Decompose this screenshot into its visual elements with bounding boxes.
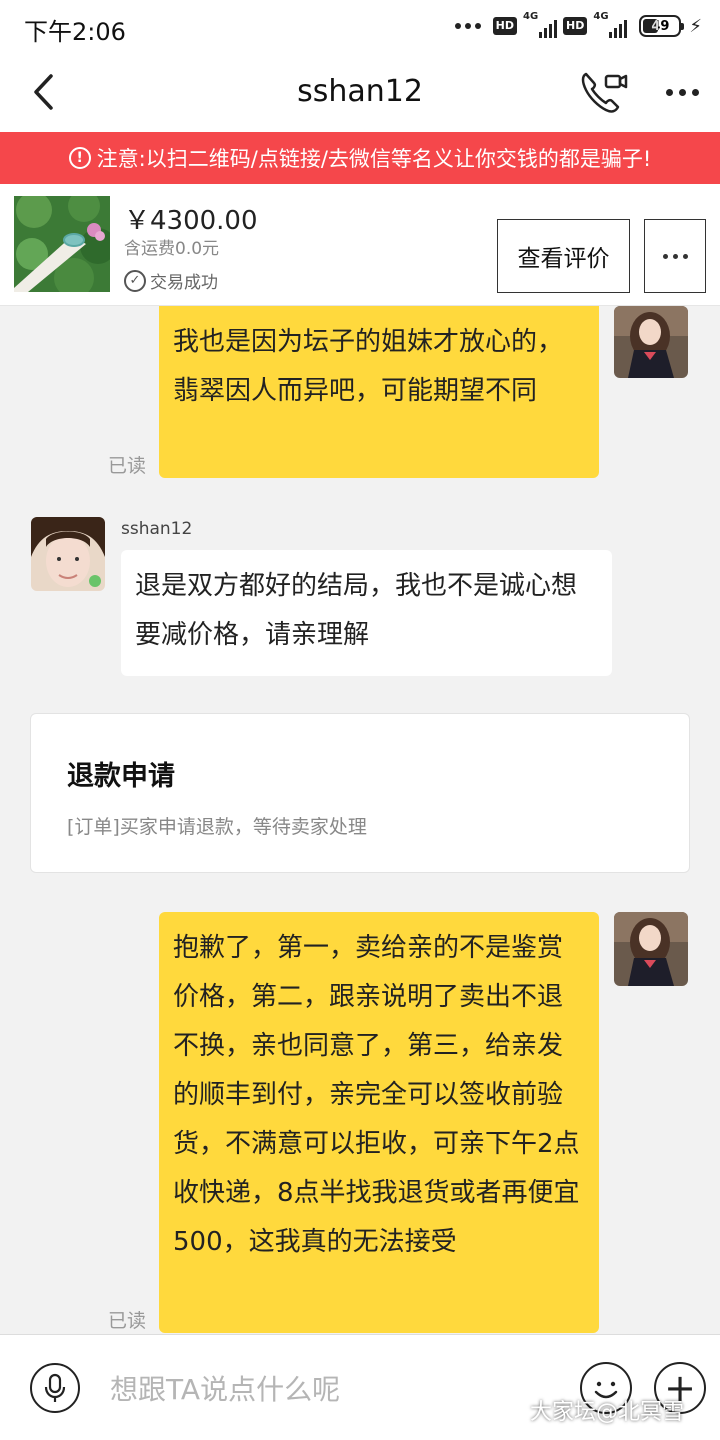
- more-dot: [662, 253, 668, 259]
- product-card[interactable]: ￥4300.00 含运费0.0元 ✓ 交易成功 查看评价: [0, 184, 720, 306]
- message-text: 抱歉了，第一，卖给亲的不是鉴赏价格，第二，跟亲说明了卖出不退不换，亲也同意了，第…: [173, 933, 580, 1257]
- more-dot: [672, 253, 678, 259]
- hd-badge: HD: [563, 17, 588, 35]
- status-time: 下午2:06: [24, 18, 126, 46]
- product-thumbnail[interactable]: [14, 196, 110, 292]
- charging-icon: ⚡: [689, 15, 702, 37]
- network-type: 4G: [593, 11, 609, 22]
- fraud-warning-banner: ! 注意:以扫二维码/点链接/去微信等名义让你交钱的都是骗子!: [0, 132, 720, 184]
- chat-header: sshan12: [0, 52, 720, 132]
- status-icons: HD 4G HD 4G 49 ⚡: [454, 11, 702, 40]
- signal-icon: 4G: [523, 11, 558, 38]
- my-message-bubble[interactable]: 抱歉了，第一，卖给亲的不是鉴赏价格，第二，跟亲说明了卖出不退不换，亲也同意了，第…: [159, 912, 599, 1333]
- sender-avatar[interactable]: [31, 517, 105, 591]
- trade-status: ✓ 交易成功: [124, 268, 218, 293]
- battery-percent: 49: [651, 18, 670, 34]
- more-dot: [682, 253, 688, 259]
- voice-button[interactable]: [30, 1363, 80, 1413]
- my-avatar[interactable]: [614, 912, 688, 986]
- watermark: 大家坛@北冥雪: [530, 1400, 685, 1425]
- more-dot: [665, 88, 673, 96]
- video-call-icon: [581, 72, 628, 113]
- more-dot: [678, 88, 686, 96]
- their-message-bubble[interactable]: 退是双方都好的结局，我也不是诚心想要减价格，请亲理解: [121, 550, 612, 676]
- refund-description: [订单]买家申请退款，等待卖家处理: [67, 816, 367, 838]
- shipping-fee: 含运费0.0元: [124, 239, 220, 259]
- network-type: 4G: [523, 11, 539, 22]
- hd-badge: HD: [492, 17, 518, 35]
- refund-title: 退款申请: [67, 761, 175, 792]
- notification-dots-icon: [454, 23, 481, 29]
- my-avatar[interactable]: [614, 306, 688, 378]
- product-more-button[interactable]: [644, 219, 706, 293]
- status-bar: 下午2:06 HD 4G HD 4G 49 ⚡: [0, 0, 720, 52]
- warning-icon: !: [68, 147, 91, 169]
- message-input[interactable]: [110, 1365, 550, 1413]
- trade-status-text: 交易成功: [150, 273, 218, 293]
- my-message-bubble[interactable]: 我也是因为坛子的姐妹才放心的，翡翠因人而异吧，可能期望不同: [159, 306, 599, 478]
- microphone-icon: [44, 1373, 66, 1402]
- message-text: 退是双方都好的结局，我也不是诚心想要减价格，请亲理解: [135, 571, 578, 650]
- view-review-button[interactable]: 查看评价: [497, 219, 630, 293]
- battery-icon: 49: [639, 15, 685, 37]
- read-status: 已读: [108, 1310, 147, 1332]
- more-dot: [691, 88, 699, 96]
- check-circle-icon: ✓: [124, 269, 146, 292]
- signal-icon: 4G: [593, 11, 628, 38]
- refund-request-card[interactable]: 退款申请 [订单]买家申请退款，等待卖家处理: [30, 713, 690, 873]
- more-button[interactable]: [656, 72, 708, 112]
- sender-name: sshan12: [121, 519, 193, 539]
- warning-text: 注意:以扫二维码/点链接/去微信等名义让你交钱的都是骗子!: [96, 147, 652, 171]
- read-status: 已读: [108, 455, 147, 477]
- message-text: 我也是因为坛子的姐妹才放心的，翡翠因人而异吧，可能期望不同: [173, 327, 564, 406]
- video-call-button[interactable]: [578, 68, 630, 116]
- product-price: ￥4300.00: [124, 206, 258, 236]
